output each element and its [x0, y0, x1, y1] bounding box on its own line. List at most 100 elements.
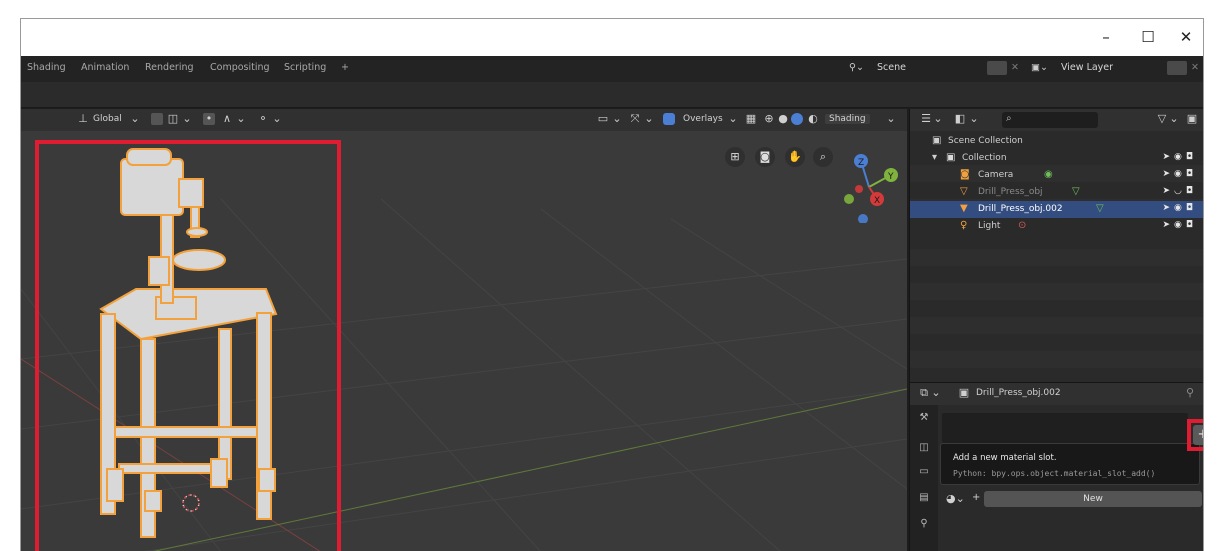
view-object-types-icon[interactable]: ▭: [597, 113, 609, 125]
chevron-down-icon[interactable]: ⌄: [643, 113, 655, 125]
gizmo-icon[interactable]: ⤧: [629, 113, 641, 125]
minimize-button[interactable]: –: [1093, 27, 1119, 47]
xray-icon[interactable]: ▦: [745, 113, 757, 125]
overlays-toggle-icon[interactable]: [663, 113, 675, 125]
outliner-label: Collection: [962, 153, 1007, 163]
view-layer-tab-icon[interactable]: ▤: [917, 491, 931, 505]
chevron-down-icon[interactable]: ⌄: [727, 113, 739, 125]
row-visibility-icons[interactable]: ➤◉◘: [1162, 152, 1197, 162]
solid-shading-icon[interactable]: ●: [777, 113, 789, 125]
outliner-label: Scene Collection: [948, 136, 1023, 146]
collection-icon: ▣: [932, 135, 942, 146]
gizmo-x-label: X: [874, 196, 880, 206]
chevron-down-icon[interactable]: ⌄: [885, 113, 897, 125]
tool-tab-icon[interactable]: ⚒: [917, 411, 931, 425]
close-button[interactable]: ✕: [1173, 27, 1199, 47]
camera-view-icon[interactable]: ◙: [755, 147, 775, 167]
camera-data-icon[interactable]: ◉: [1044, 169, 1053, 181]
outliner-label: Camera: [978, 170, 1014, 180]
title-bar: – ☐ ✕: [21, 19, 1203, 56]
chevron-down-icon[interactable]: ⌄: [235, 113, 247, 125]
grid-view-icon[interactable]: ⊞: [725, 147, 745, 167]
scene-browse-icon[interactable]: [987, 61, 1007, 75]
view-layer-icon[interactable]: ▣⌄: [1031, 62, 1048, 73]
tab-rendering[interactable]: Rendering: [145, 62, 194, 73]
scene-icon[interactable]: ⚲⌄: [849, 62, 864, 73]
editor-header-strip: [21, 82, 1203, 108]
render-tab-icon[interactable]: ◫: [917, 441, 931, 455]
row-visibility-icons[interactable]: ➤◉◘: [1162, 169, 1197, 179]
tab-shading[interactable]: Shading: [27, 62, 66, 73]
material-sphere-icon[interactable]: ◕⌄: [946, 492, 965, 505]
proportional-edit-icon[interactable]: •: [203, 113, 215, 125]
row-visibility-icons[interactable]: ➤◉◘: [1162, 220, 1197, 230]
new-material-button[interactable]: New: [984, 491, 1202, 507]
pin-icon[interactable]: ⚲: [1184, 387, 1196, 399]
view-layer-name[interactable]: View Layer: [1061, 62, 1113, 73]
outliner-label: Light: [978, 221, 1001, 231]
chevron-down-icon[interactable]: ⌄: [968, 113, 980, 125]
outliner-row-scene-collection[interactable]: ▣ Scene Collection: [910, 133, 1203, 150]
link-icon[interactable]: ⚬: [257, 113, 269, 125]
chevron-down-icon[interactable]: ⌄: [611, 113, 623, 125]
outliner-row-drill-press-obj[interactable]: ▽ Drill_Press_obj ▽ ➤◡◘: [910, 184, 1203, 201]
transform-orientation-dropdown[interactable]: Global: [93, 114, 122, 124]
view-layer-close-icon[interactable]: ✕: [1191, 62, 1199, 73]
light-data-icon[interactable]: ⊙: [1018, 220, 1026, 232]
add-slot-highlight-box: [1187, 419, 1203, 451]
expand-arrow-icon[interactable]: ▾: [932, 152, 937, 164]
material-preview-icon[interactable]: [791, 113, 803, 125]
outliner-row-drill-press-obj-002[interactable]: ▼ Drill_Press_obj.002 ▽ ➤◉◘: [910, 201, 1203, 218]
scene-close-icon[interactable]: ✕: [1011, 62, 1019, 73]
outliner-search-input[interactable]: ⌕: [1002, 112, 1098, 128]
plus-icon[interactable]: +: [972, 492, 980, 503]
snap-target-icon[interactable]: ◫: [167, 113, 179, 125]
chevron-down-icon[interactable]: ⌄: [1168, 113, 1180, 125]
transform-orientation-icon[interactable]: ⊥: [77, 113, 89, 125]
shading-dropdown[interactable]: Shading: [825, 114, 870, 124]
navigation-gizmo[interactable]: Z Y X: [829, 143, 907, 223]
filter-icon[interactable]: ▽: [1156, 113, 1168, 125]
outliner-row-camera[interactable]: ◙ Camera ◉ ➤◉◘: [910, 167, 1203, 184]
model-highlight-box: [35, 140, 341, 551]
properties-tabs: ⚒ ◫ ▭ ▤ ⚲: [910, 405, 938, 551]
chevron-down-icon[interactable]: ⌄: [129, 113, 141, 125]
gizmo-y-label: Y: [887, 172, 894, 182]
new-collection-icon[interactable]: ▣: [1186, 113, 1198, 125]
view-layer-browse-icon[interactable]: [1167, 61, 1187, 75]
object-name: Drill_Press_obj.002: [976, 388, 1061, 398]
tab-animation[interactable]: Animation: [81, 62, 129, 73]
add-workspace-button[interactable]: +: [341, 62, 349, 73]
scene-name[interactable]: Scene: [877, 62, 906, 73]
chevron-down-icon[interactable]: ⌄: [181, 113, 193, 125]
search-icon: ⌕: [1006, 113, 1012, 124]
rendered-shading-icon[interactable]: ◐: [807, 113, 819, 125]
tab-compositing[interactable]: Compositing: [210, 62, 270, 73]
chevron-down-icon[interactable]: ⌄: [271, 113, 283, 125]
chevron-down-icon[interactable]: ⌄: [932, 113, 944, 125]
mesh-object-icon: ▼: [960, 203, 968, 214]
editor-type-icon[interactable]: ⧉: [918, 387, 930, 399]
material-new-row: ◕⌄ + New: [946, 491, 1202, 507]
output-tab-icon[interactable]: ▭: [917, 465, 931, 479]
mesh-data-icon[interactable]: ▽: [1096, 203, 1104, 215]
display-mode-icon[interactable]: ◧: [954, 113, 966, 125]
pan-hand-icon[interactable]: ✋: [785, 147, 805, 167]
editor-type-icon[interactable]: ☰: [920, 113, 932, 125]
mesh-data-icon[interactable]: ▽: [1072, 186, 1080, 198]
snap-icon[interactable]: [151, 113, 163, 125]
tab-scripting[interactable]: Scripting: [284, 62, 326, 73]
outliner-row-light[interactable]: ♀ Light ⊙ ➤◉◘: [910, 218, 1203, 235]
falloff-icon[interactable]: ∧: [221, 113, 233, 125]
row-visibility-icons[interactable]: ➤◡◘: [1162, 186, 1197, 196]
blender-window: – ☐ ✕ Shading Animation Rendering Compos…: [20, 18, 1204, 551]
scene-tab-icon[interactable]: ⚲: [917, 517, 931, 531]
overlays-dropdown[interactable]: Overlays: [683, 114, 723, 124]
row-visibility-icons[interactable]: ➤◉◘: [1162, 203, 1197, 213]
properties-header: ⧉ ⌄ ▣ Drill_Press_obj.002 ⚲: [910, 383, 1203, 405]
maximize-button[interactable]: ☐: [1135, 27, 1161, 47]
material-slot-list[interactable]: [942, 413, 1188, 443]
wireframe-shading-icon[interactable]: ⊕: [763, 113, 775, 125]
chevron-down-icon[interactable]: ⌄: [930, 387, 942, 399]
outliner-row-collection[interactable]: ▾ ▣ Collection ➤◉◘: [910, 150, 1203, 167]
